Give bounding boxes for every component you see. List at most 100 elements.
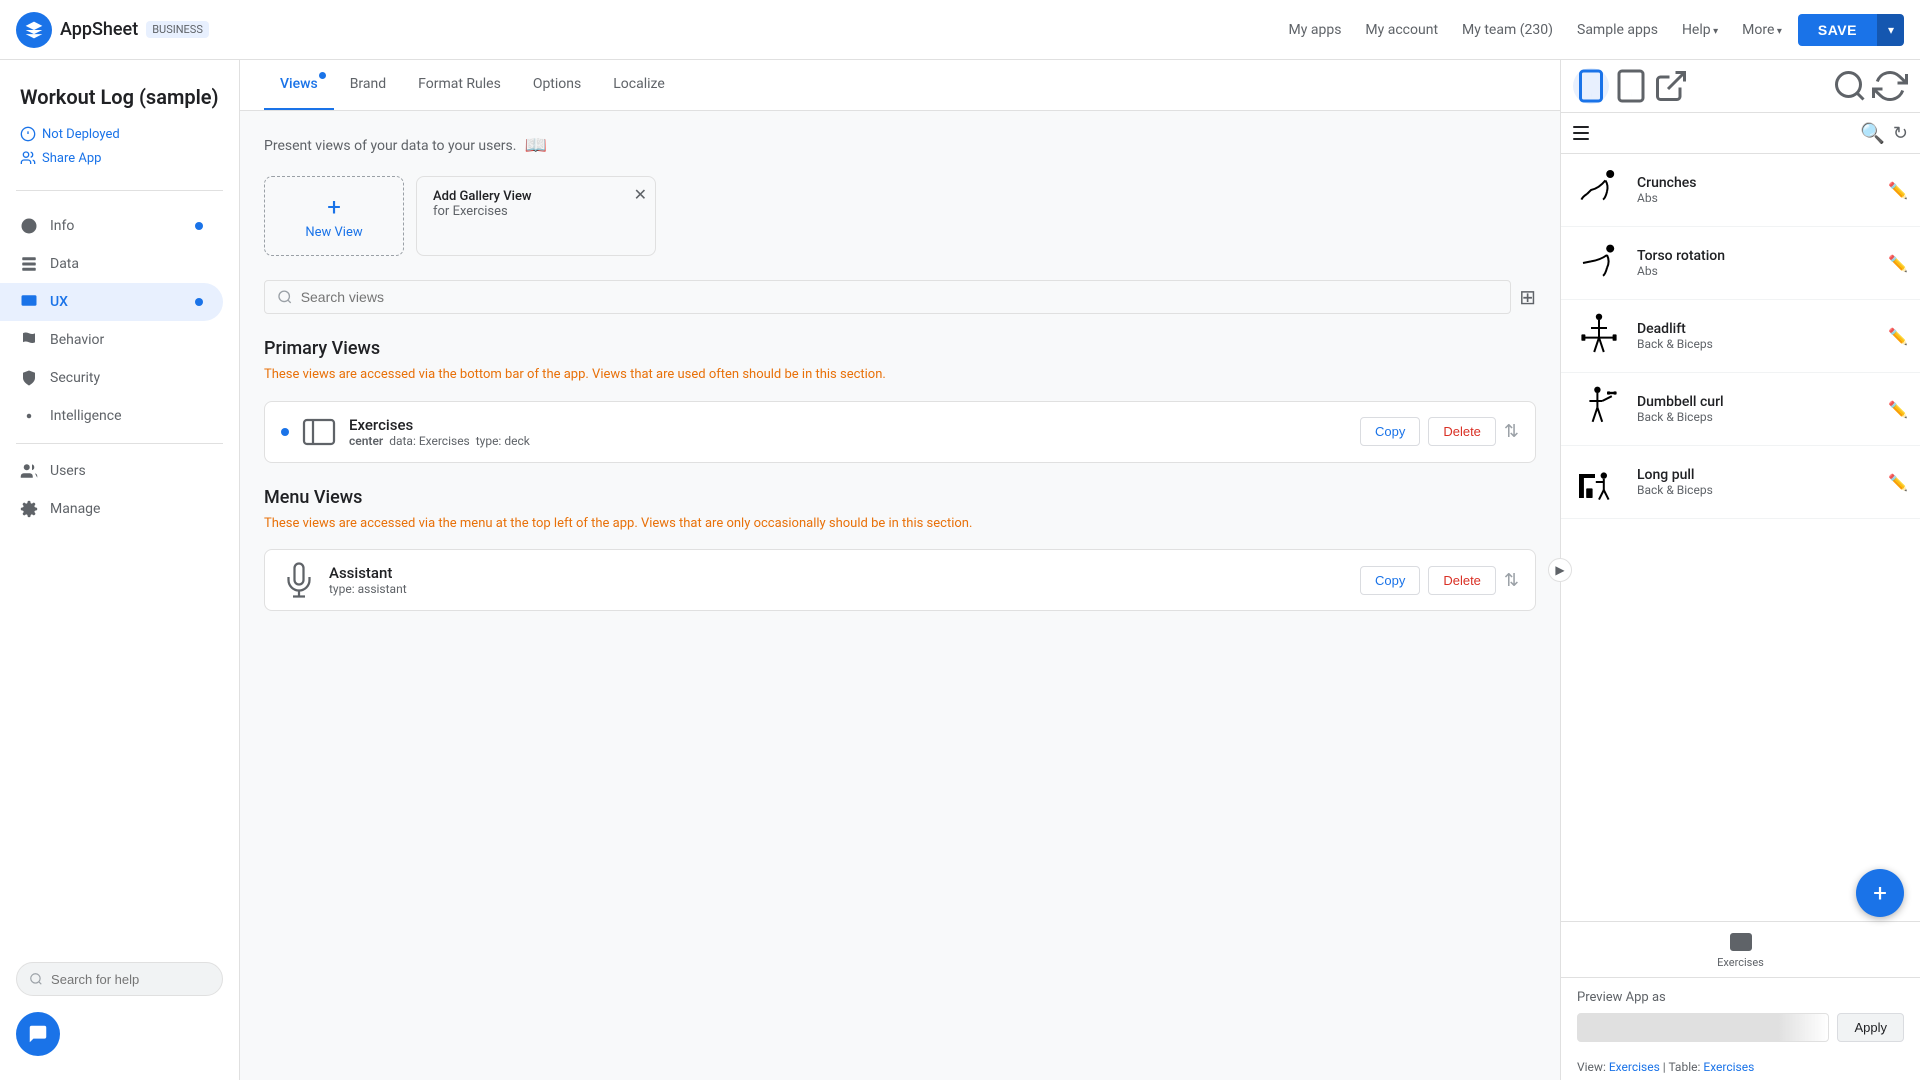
nav-help[interactable]: Help (1682, 22, 1718, 38)
tab-brand[interactable]: Brand (334, 60, 402, 110)
nav-more[interactable]: More (1742, 22, 1782, 38)
gallery-close-button[interactable]: ✕ (634, 185, 647, 204)
assistant-delete-button[interactable]: Delete (1428, 566, 1496, 595)
exercises-reorder[interactable]: ⇅ (1504, 421, 1519, 442)
sidebar-item-label: Behavior (50, 332, 104, 348)
assistant-copy-button[interactable]: Copy (1360, 566, 1420, 595)
exercises-icon (301, 414, 337, 450)
plus-icon: + (327, 193, 341, 221)
deck-view-icon (301, 414, 337, 450)
search-views-input[interactable] (301, 289, 1499, 305)
exercises-nav-icon (1729, 930, 1753, 954)
logo-text: AppSheet (60, 19, 138, 40)
app-logo[interactable]: AppSheet BUSINESS (16, 12, 209, 48)
app-layout: Workout Log (sample) Not Deployed Share … (0, 60, 1920, 1080)
assistant-reorder[interactable]: ⇅ (1504, 570, 1519, 591)
app-title: Workout Log (sample) (20, 84, 219, 110)
preview-refresh-button[interactable] (1872, 68, 1908, 104)
fab-add-button[interactable]: + (1856, 869, 1904, 917)
exercises-delete-button[interactable]: Delete (1428, 417, 1496, 446)
sidebar-item-info[interactable]: Info (0, 207, 223, 245)
preview-header-search-icon[interactable]: 🔍 (1860, 121, 1885, 145)
sidebar-item-behavior[interactable]: Behavior (0, 321, 223, 359)
exercise-item-crunches[interactable]: Crunches Abs ✏️ (1561, 154, 1920, 227)
torso-svg (1575, 239, 1623, 287)
table-link[interactable]: Exercises (1703, 1060, 1754, 1074)
hamburger-icon[interactable] (1573, 126, 1589, 140)
sidebar: Workout Log (sample) Not Deployed Share … (0, 60, 240, 1080)
exercise-item-dumbbell[interactable]: Dumbbell curl Back & Biceps ✏️ (1561, 373, 1920, 446)
logo-icon (16, 12, 52, 48)
new-view-card[interactable]: + New View (264, 176, 404, 256)
top-navigation: AppSheet BUSINESS My apps My account My … (0, 0, 1920, 60)
tablet-device-button[interactable] (1613, 68, 1649, 104)
grid-view-toggle[interactable]: ⊞ (1519, 285, 1536, 309)
sidebar-item-intelligence[interactable]: Intelligence (0, 397, 223, 435)
deadlift-name: Deadlift (1637, 321, 1876, 337)
nav-my-team[interactable]: My team (230) (1462, 22, 1553, 38)
save-button[interactable]: SAVE (1798, 14, 1877, 46)
longpull-svg (1575, 458, 1623, 506)
tab-views[interactable]: Views (264, 60, 334, 110)
deadlift-info: Deadlift Back & Biceps (1637, 321, 1876, 351)
deadlift-edit-icon[interactable]: ✏️ (1888, 327, 1908, 346)
nav-my-account[interactable]: My account (1365, 22, 1438, 38)
help-search[interactable] (16, 962, 223, 996)
nav-sample-apps[interactable]: Sample apps (1577, 22, 1658, 38)
nav-my-apps[interactable]: My apps (1289, 22, 1342, 38)
save-button-group: SAVE ▾ (1798, 14, 1904, 46)
sidebar-item-manage[interactable]: Manage (0, 490, 223, 528)
data-icon (20, 255, 38, 273)
exercise-item-torso[interactable]: Torso rotation Abs ✏️ (1561, 227, 1920, 300)
not-deployed-badge[interactable]: Not Deployed (20, 126, 219, 142)
longpull-edit-icon[interactable]: ✏️ (1888, 473, 1908, 492)
dumbbell-info: Dumbbell curl Back & Biceps (1637, 394, 1876, 424)
appsheet-logo-svg (24, 20, 44, 40)
tab-options[interactable]: Options (517, 60, 597, 110)
info-icon (20, 217, 38, 235)
preview-search-button[interactable] (1832, 68, 1868, 104)
chat-button[interactable] (16, 1012, 60, 1056)
search-views-wrap[interactable] (264, 280, 1511, 314)
deadlift-category: Back & Biceps (1637, 337, 1876, 351)
exercise-item-longpull[interactable]: Long pull Back & Biceps ✏️ (1561, 446, 1920, 519)
bottom-nav-exercises[interactable]: Exercises (1717, 930, 1764, 969)
share-app-label: Share App (42, 151, 101, 166)
preview-user-input[interactable] (1577, 1013, 1829, 1042)
crunches-edit-icon[interactable]: ✏️ (1888, 181, 1908, 200)
sidebar-item-ux[interactable]: UX (0, 283, 223, 321)
sidebar-item-security[interactable]: Security (0, 359, 223, 397)
crunches-category: Abs (1637, 191, 1876, 205)
preview-app-as-section: Preview App as Apply (1561, 977, 1920, 1054)
deadlift-svg (1575, 312, 1623, 360)
assistant-meta: type: assistant (329, 582, 1348, 596)
exercise-list: Crunches Abs ✏️ (1561, 154, 1920, 921)
save-dropdown-button[interactable]: ▾ (1877, 14, 1904, 46)
dumbbell-icon (1573, 383, 1625, 435)
exercises-copy-button[interactable]: Copy (1360, 417, 1420, 446)
exercise-item-deadlift[interactable]: Deadlift Back & Biceps ✏️ (1561, 300, 1920, 373)
view-link[interactable]: Exercises (1609, 1060, 1660, 1074)
preview-app-as-row: Apply (1577, 1013, 1904, 1042)
mobile-device-button[interactable] (1573, 68, 1609, 104)
dumbbell-edit-icon[interactable]: ✏️ (1888, 400, 1908, 419)
torso-edit-icon[interactable]: ✏️ (1888, 254, 1908, 273)
share-icon (20, 150, 36, 166)
tab-localize[interactable]: Localize (597, 60, 681, 110)
preview-app-as-title: Preview App as (1577, 990, 1904, 1005)
external-device-button[interactable] (1653, 68, 1689, 104)
sidebar-item-data[interactable]: Data (0, 245, 223, 283)
share-app-badge[interactable]: Share App (20, 150, 219, 166)
preview-bottom-nav: Exercises (1561, 921, 1920, 977)
sidebar-item-users[interactable]: Users (0, 452, 223, 490)
apply-button[interactable]: Apply (1837, 1013, 1904, 1042)
main-content-area: Views Brand Format Rules Options Localiz… (240, 60, 1560, 1080)
description-text: Present views of your data to your users… (264, 138, 516, 154)
device-buttons (1573, 68, 1689, 104)
help-search-input[interactable] (51, 972, 210, 987)
collapse-arrow[interactable]: ▶ (1548, 558, 1572, 582)
main-wrapper: Views Brand Format Rules Options Localiz… (240, 60, 1920, 1080)
tab-format-rules[interactable]: Format Rules (402, 60, 517, 110)
preview-header-refresh-icon[interactable]: ↻ (1893, 123, 1908, 144)
tabs-bar: Views Brand Format Rules Options Localiz… (240, 60, 1560, 111)
